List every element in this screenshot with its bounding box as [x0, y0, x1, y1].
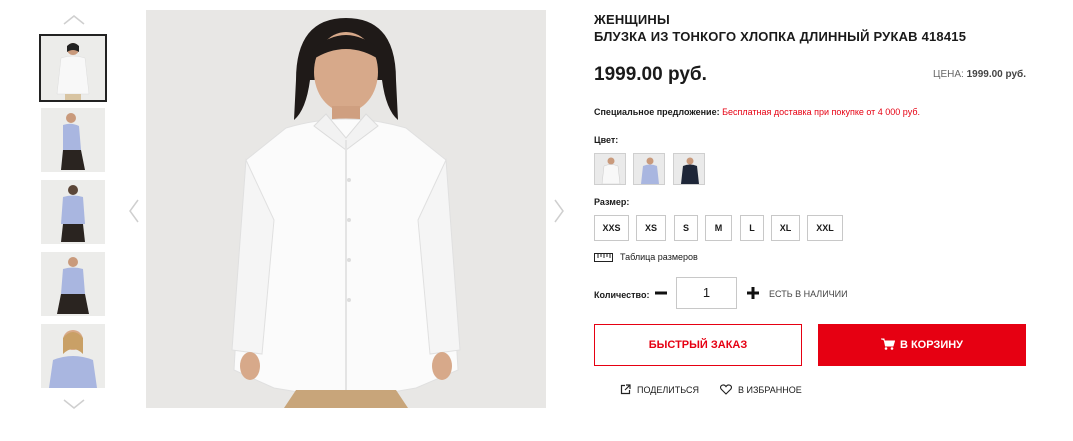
thumbnail-5[interactable]	[41, 324, 105, 388]
size-chart-link[interactable]: Таблица размеров	[594, 252, 698, 262]
stock-status: ЕСТЬ В НАЛИЧИИ	[769, 289, 848, 299]
color-swatch-light-blue[interactable]	[633, 153, 665, 185]
share-icon	[620, 384, 631, 395]
quantity-input[interactable]: 1	[676, 277, 737, 309]
thumbnail-4[interactable]	[41, 252, 105, 316]
quantity-label: Количество:	[594, 290, 650, 300]
size-option-xxs[interactable]: XXS	[594, 215, 629, 241]
thumbnails-down-arrow[interactable]	[62, 398, 86, 410]
main-product-image	[146, 10, 546, 408]
price-summary: ЦЕНА: 1999.00 руб.	[933, 69, 1026, 80]
favorite-link[interactable]: В ИЗБРАННОЕ	[720, 384, 802, 395]
heart-icon	[720, 384, 732, 395]
size-chart-label: Таблица размеров	[620, 252, 698, 262]
add-to-cart-label: В КОРЗИНУ	[899, 339, 964, 351]
size-option-l[interactable]: L	[740, 215, 764, 241]
share-label: ПОДЕЛИТЬСЯ	[637, 384, 699, 395]
size-option-m[interactable]: M	[705, 215, 732, 241]
size-option-xl[interactable]: XL	[771, 215, 800, 241]
product-title: БЛУЗКА ИЗ ТОНКОГО ХЛОПКА ДЛИННЫЙ РУКАВ 4…	[594, 29, 967, 44]
gallery-next-arrow[interactable]	[553, 198, 565, 224]
price-summary-label: ЦЕНА:	[933, 69, 964, 80]
size-label: Размер:	[594, 197, 630, 207]
share-link[interactable]: ПОДЕЛИТЬСЯ	[620, 384, 699, 395]
quick-order-button[interactable]: БЫСТРЫЙ ЗАКАЗ	[594, 324, 802, 366]
thumbnail-3[interactable]	[41, 180, 105, 244]
size-option-s[interactable]: S	[674, 215, 698, 241]
product-category: ЖЕНЩИНЫ	[594, 12, 670, 27]
price-summary-value: 1999.00 руб.	[966, 69, 1026, 80]
gallery-prev-arrow[interactable]	[128, 198, 140, 224]
product-price: 1999.00 руб.	[594, 64, 707, 85]
thumbnails-up-arrow[interactable]	[62, 14, 86, 26]
color-label: Цвет:	[594, 135, 619, 145]
plus-icon	[747, 287, 759, 299]
special-offer-text: Бесплатная доставка при покупке от 4 000…	[722, 107, 920, 117]
minus-icon	[655, 291, 667, 295]
size-option-xxl[interactable]: XXL	[807, 215, 843, 241]
quantity-decrease-button[interactable]	[654, 286, 668, 300]
quantity-increase-button[interactable]	[746, 286, 760, 300]
color-swatch-white[interactable]	[594, 153, 626, 185]
add-to-cart-button[interactable]: В КОРЗИНУ	[818, 324, 1026, 366]
special-offer-label: Специальное предложение:	[594, 107, 720, 117]
ruler-icon	[594, 252, 613, 262]
thumbnail-1[interactable]	[39, 34, 107, 102]
thumbnail-2[interactable]	[41, 108, 105, 172]
cart-icon	[880, 338, 895, 350]
size-option-xs[interactable]: XS	[636, 215, 666, 241]
color-swatch-navy[interactable]	[673, 153, 705, 185]
favorite-label: В ИЗБРАННОЕ	[738, 384, 802, 395]
special-offer: Специальное предложение: Бесплатная дост…	[594, 107, 920, 117]
